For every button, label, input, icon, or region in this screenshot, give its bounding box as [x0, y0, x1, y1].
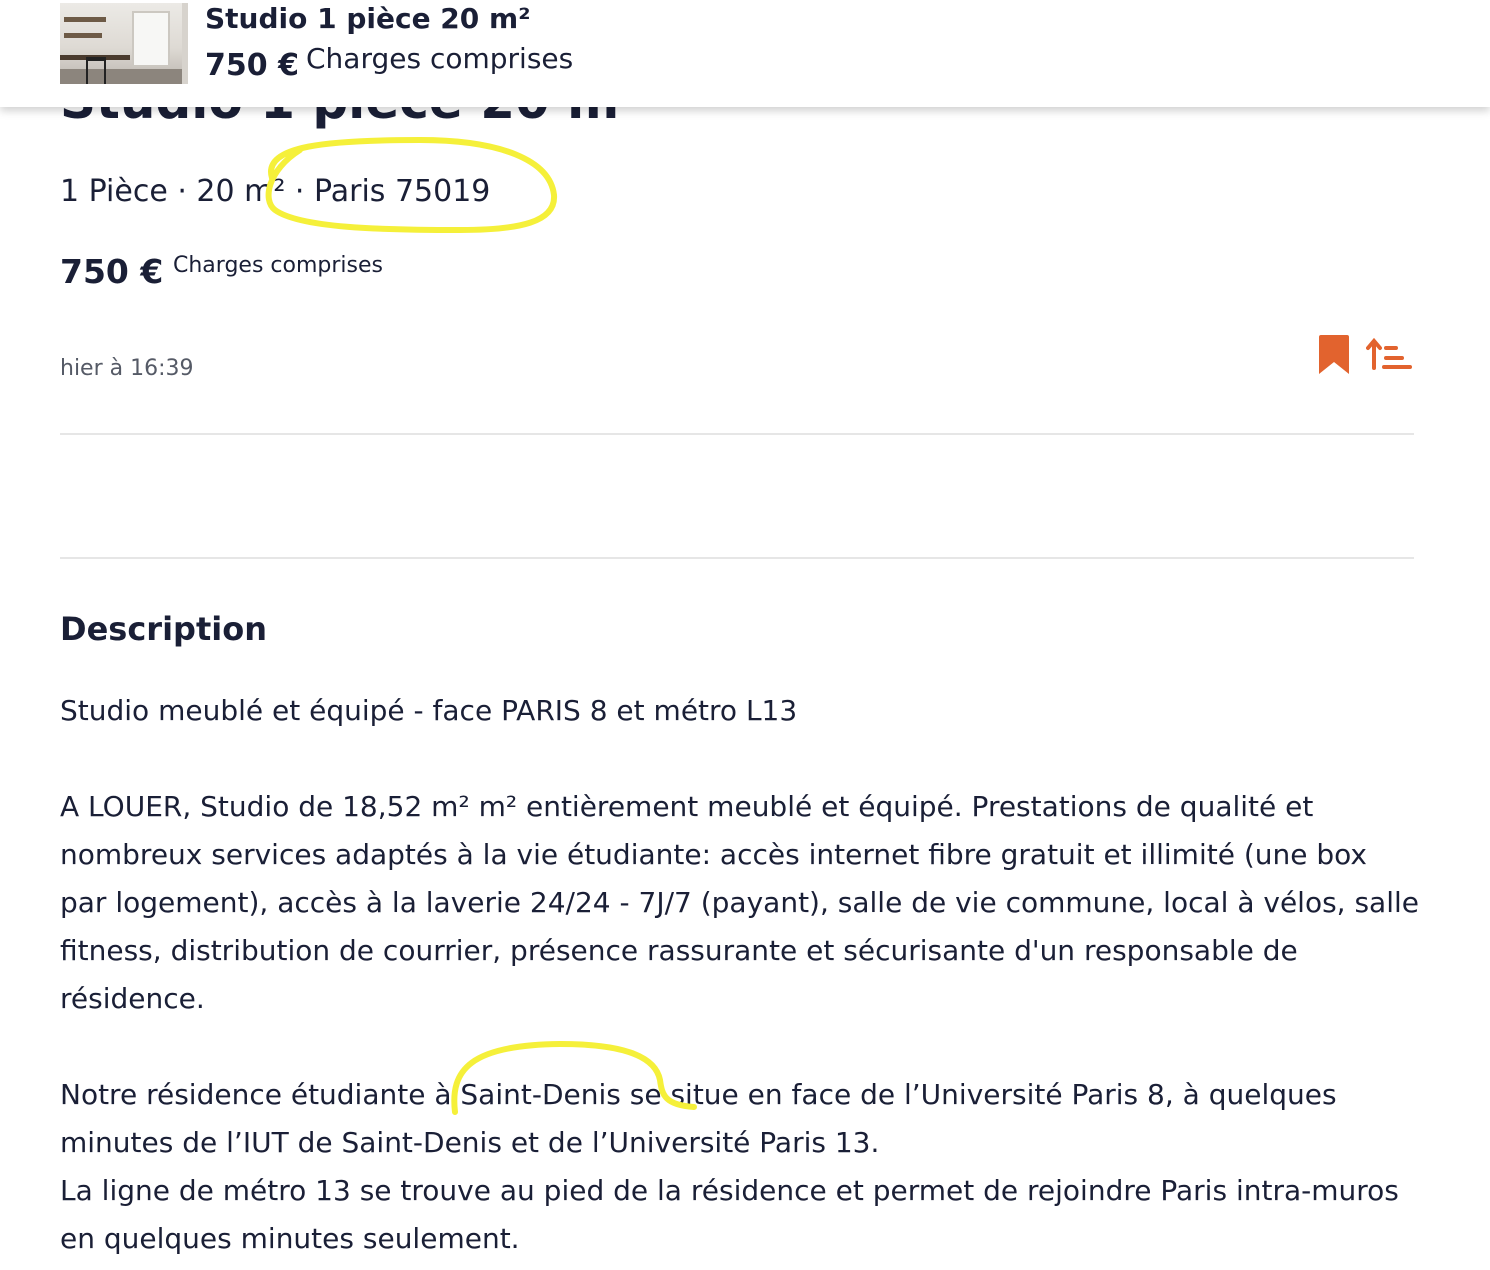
description-line: Notre résidence étudiante à Saint-Denis …: [60, 1078, 1337, 1159]
listing-details: 1 Pièce · 20 m² · Paris 75019: [60, 174, 490, 209]
description-paragraph: Studio meublé et équipé - face PARIS 8 e…: [60, 694, 798, 727]
description-heading: Description: [60, 610, 267, 648]
listing-thumbnail[interactable]: [60, 3, 188, 84]
sort-button[interactable]: [1366, 336, 1412, 374]
bookmark-button[interactable]: [1316, 334, 1352, 376]
listing-charges: Charges comprises: [173, 253, 383, 278]
listing-date: hier à 16:39: [60, 356, 194, 381]
bookmark-icon: [1319, 335, 1349, 374]
sticky-price: 750 €: [205, 48, 299, 83]
sticky-charges: Charges comprises: [306, 42, 574, 75]
divider: [60, 557, 1414, 559]
listing-price: 750 €: [60, 252, 164, 291]
description-paragraph: Notre résidence étudiante à Saint-Denis …: [60, 1071, 1420, 1263]
divider: [60, 433, 1414, 435]
description-line: La ligne de métro 13 se trouve au pied d…: [60, 1174, 1399, 1255]
location: · Paris 75019: [285, 174, 491, 209]
sticky-header: Studio 1 pièce 20 m² 750 € Charges compr…: [0, 0, 1490, 107]
description-paragraph: A LOUER, Studio de 18,52 m² m² entièreme…: [60, 790, 1419, 1015]
sticky-title: Studio 1 pièce 20 m²: [205, 2, 531, 35]
sort-icon: [1366, 337, 1412, 370]
rooms-surface: 1 Pièce · 20 m²: [60, 174, 286, 209]
